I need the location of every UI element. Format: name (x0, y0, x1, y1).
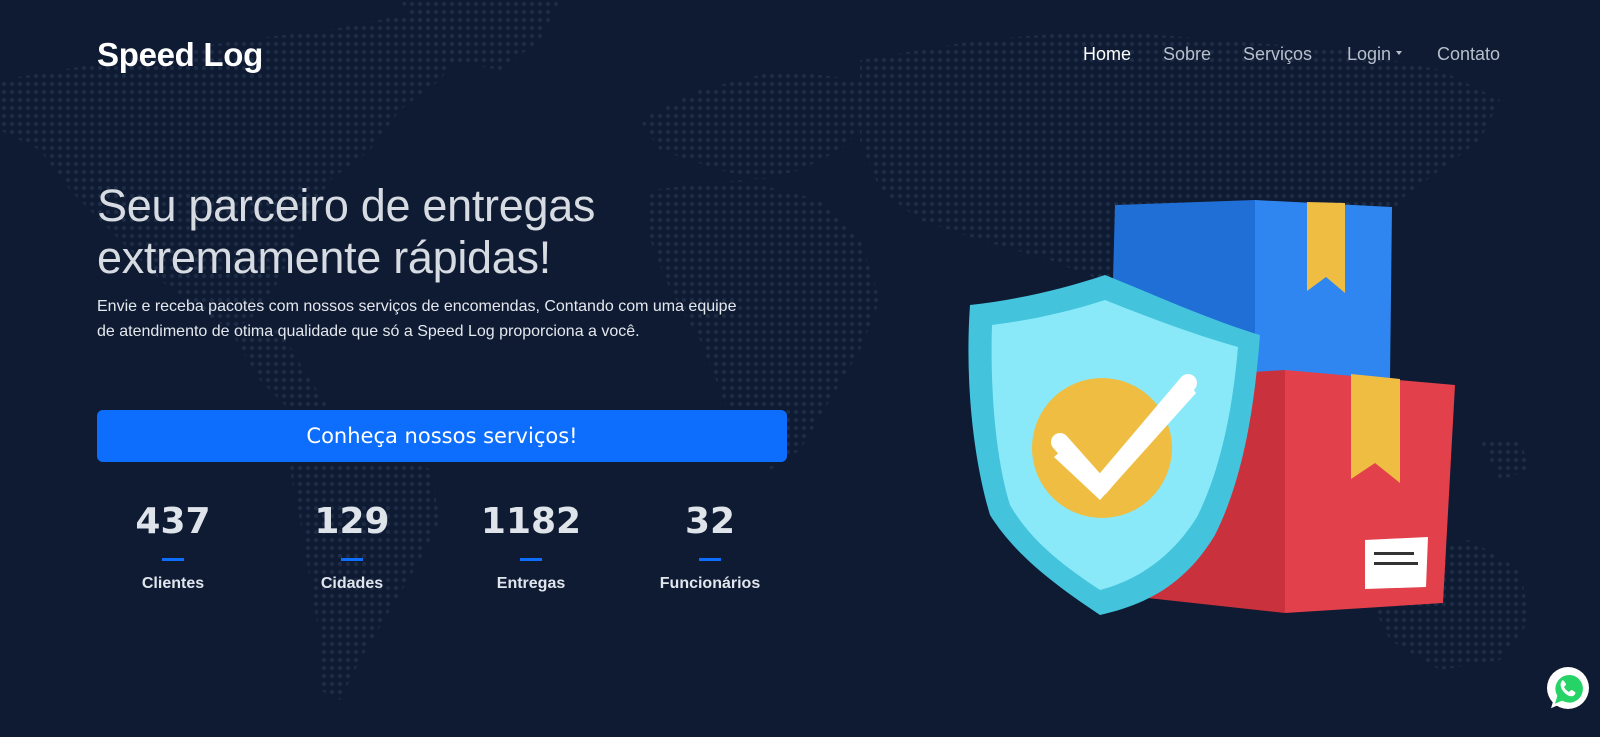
hero-headline: Seu parceiro de entregas extremamente rá… (97, 180, 737, 284)
stat-value: 32 (684, 501, 736, 542)
nav-item-contato[interactable]: Contato (1437, 44, 1500, 65)
hero-subtext-line2: de atendimento de otima qualidade que só… (97, 323, 640, 340)
stat-divider (520, 558, 542, 561)
main-nav: Home Sobre Serviços Login Contato (0, 44, 1600, 70)
stat-value: 1182 (480, 501, 582, 542)
nav-item-login-label: Login (1347, 44, 1392, 64)
services-cta-button[interactable]: Conheça nossos serviços! (97, 410, 787, 462)
stat-divider (341, 558, 363, 561)
stat-label: Clientes (141, 575, 205, 592)
stat-label: Entregas (496, 575, 566, 592)
stat-clientes: 437 Clientes (93, 500, 253, 593)
nav-item-servicos[interactable]: Serviços (1243, 44, 1312, 65)
nav-item-sobre[interactable]: Sobre (1163, 44, 1211, 65)
hero-section: Speed Log Home Sobre Serviços Login Cont… (0, 0, 1600, 737)
stat-divider (162, 558, 184, 561)
stat-cidades: 129 Cidades (272, 500, 432, 593)
stat-divider (699, 558, 721, 561)
hero-subtext-line1: Envie e receba pacotes com nossos serviç… (97, 298, 737, 315)
stat-value: 129 (314, 501, 390, 542)
hero-subtext: Envie e receba pacotes com nossos serviç… (97, 294, 797, 344)
caret-down-icon (1396, 51, 1403, 56)
hero-headline-line2: extremamente rápidas! (97, 232, 551, 283)
whatsapp-icon[interactable] (1545, 666, 1591, 712)
shield-check-boxes-illustration (968, 200, 1455, 615)
nav-item-login[interactable]: Login (1347, 44, 1403, 65)
stat-funcionarios: 32 Funcionários (630, 500, 790, 593)
stat-label: Cidades (320, 575, 384, 592)
hero-headline-line1: Seu parceiro de entregas (97, 180, 596, 231)
stat-label: Funcionários (659, 575, 761, 592)
nav-item-home[interactable]: Home (1083, 44, 1131, 65)
stat-value: 437 (135, 501, 211, 542)
stat-entregas: 1182 Entregas (451, 500, 611, 593)
